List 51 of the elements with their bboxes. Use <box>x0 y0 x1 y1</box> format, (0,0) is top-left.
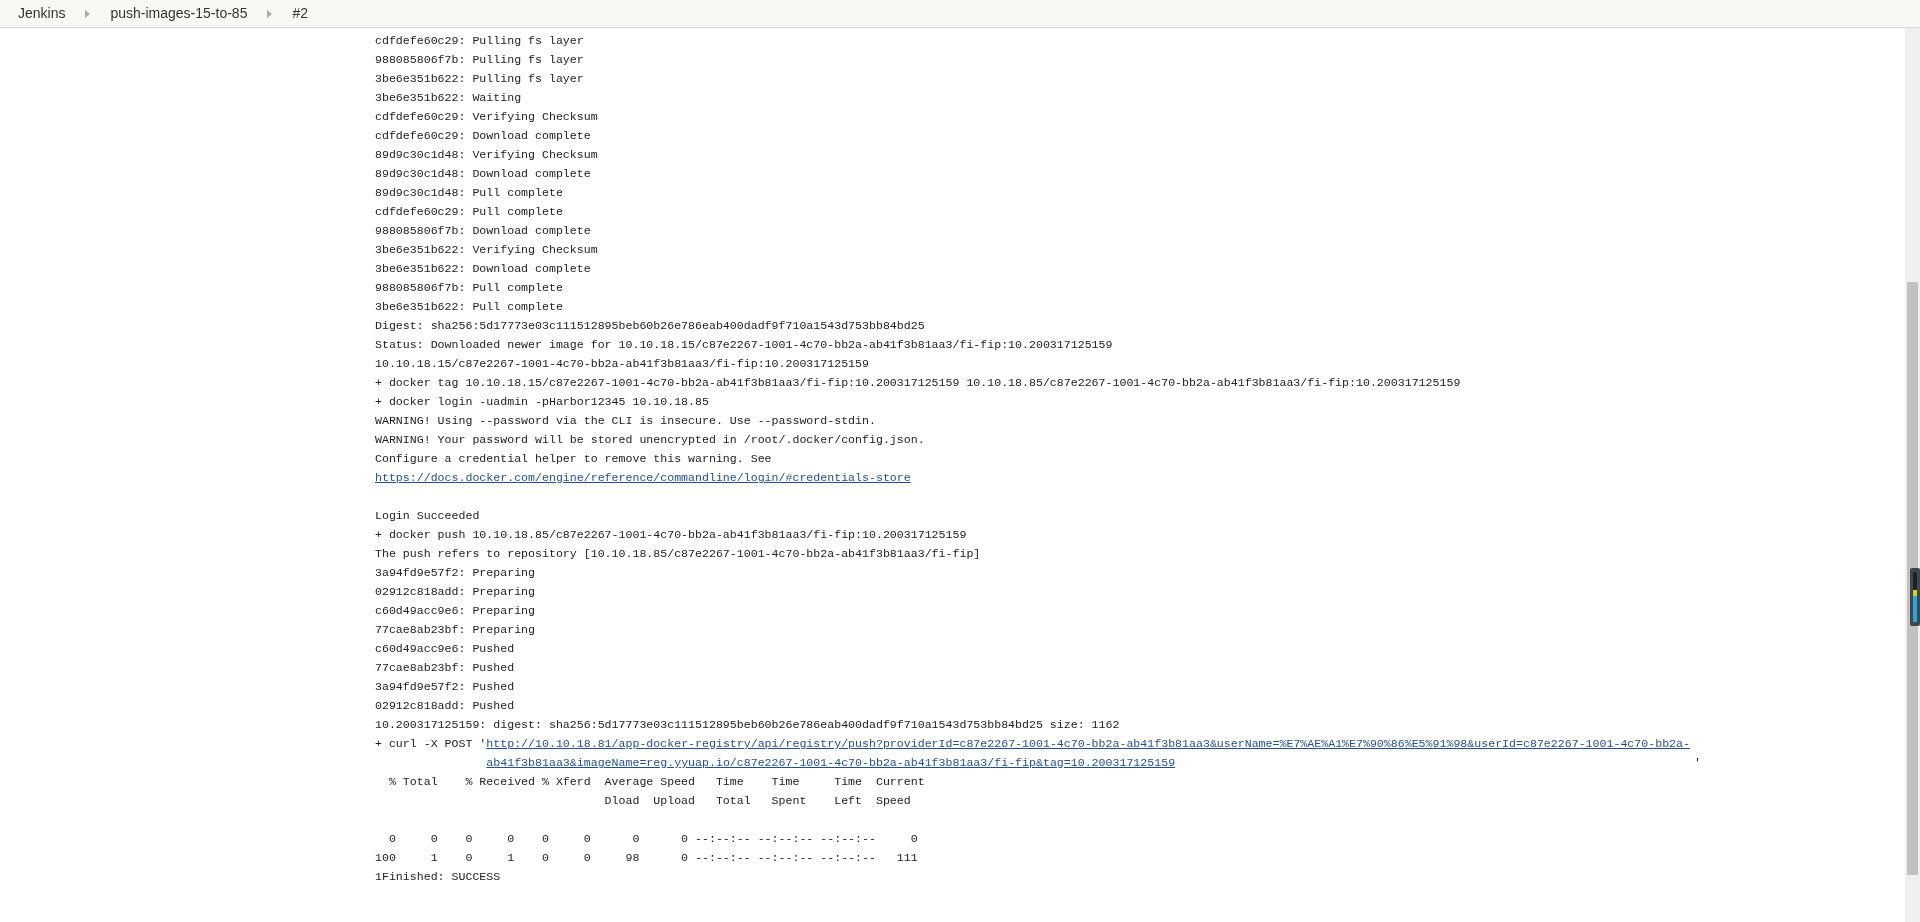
breadcrumb-link[interactable]: push-images-15-to-85 <box>110 3 248 24</box>
console-line: WARNING! Using --password via the CLI is insecure. Use --password-stdin. <box>375 413 876 429</box>
console-line: 02912c818add: Preparing <box>375 584 536 600</box>
quote-mark: ' <box>1694 755 1701 771</box>
console-line: WARNING! Your password will be stored unencrypted in /root/.docker/config.json. <box>375 432 925 448</box>
console-link[interactable]: http://10.10.18.81/app-docker-registry/api/registry/push?providerId=c87e2267-1001-4c70-bb2a-ab41f3b81aa3&userName=%E7%AE%A1%E7%90%86%E5%91%98&userId=c87e2267-1001-4c70-bb2a-ab41f3b81aa3&imageName=reg.yyuap.io/c87e2267-1001-4c70-bb2a-ab41f3b81aa3/fi-fip&tag=10.200317125159 <box>486 734 1695 772</box>
console-line: c60d49acc9e6: Pushed <box>375 641 515 657</box>
console-line: + docker login -uadmin -pHarbor12345 10.10.18.85 <box>375 394 709 410</box>
console-line: 3a94fd9e57f2: Preparing <box>375 565 536 581</box>
console-line: 3be6e351b622: Pull complete <box>375 299 563 315</box>
console-line: 10.10.18.15/c87e2267-1001-4c70-bb2a-ab41f3b81aa3/fi-fip:10.200317125159 <box>375 356 869 372</box>
console-line: 988085806f7b: Download complete <box>375 223 591 239</box>
console-line: 3a94fd9e57f2: Pushed <box>375 679 515 695</box>
console-line: Login Succeeded <box>375 508 480 524</box>
console-line: 77cae8ab23bf: Preparing <box>375 622 536 638</box>
console-line: 89d9c30c1d48: Download complete <box>375 166 591 182</box>
console-line: 02912c818add: Pushed <box>375 698 515 714</box>
console-line: cdfdefe60c29: Verifying Checksum <box>375 109 598 125</box>
console-link[interactable]: https://docs.docker.com/engine/reference/commandline/login/#credentials-store <box>375 471 911 484</box>
console-line: % Total % Received % Xferd Average Speed Time Time Time Current <box>387 774 925 790</box>
console-line: + docker push 10.10.18.85/c87e2267-1001-4c70-bb2a-ab41f3b81aa3/fi-fip:10.200317125159 <box>375 527 967 543</box>
chevron-right-icon <box>85 9 91 18</box>
console-line: + curl -X POST ' <box>375 736 487 752</box>
breadcrumb-link[interactable]: Jenkins <box>18 3 66 24</box>
console-line: cdfdefe60c29: Download complete <box>375 128 591 144</box>
console-line: Digest: sha256:5d17773e03c111512895beb60b26e786eab400dadf9f710a1543d753bb84bd25 <box>375 318 925 334</box>
console-line: 89d9c30c1d48: Verifying Checksum <box>375 147 598 163</box>
chevron-right-icon <box>267 9 273 18</box>
console-line: 988085806f7b: Pull complete <box>375 280 563 296</box>
console-line: 988085806f7b: Pulling fs layer <box>375 52 584 68</box>
console-line: 3be6e351b622: Download complete <box>375 261 591 277</box>
console-line: c60d49acc9e6: Preparing <box>375 603 536 619</box>
console-line: cdfdefe60c29: Pull complete <box>375 204 563 220</box>
console-line: 0 0 0 0 0 0 0 0 --:--:-- --:--:-- --:--:-- 0 <box>387 831 918 847</box>
console-line: 100 1 0 1 0 0 98 0 --:--:-- --:--:-- --:--:-- 111 <box>375 850 918 866</box>
console-line: Status: Downloaded newer image for 10.10.18.15/c87e2267-1001-4c70-bb2a-ab41f3b81aa3/fi-fip:10.200317125159 <box>375 337 1113 353</box>
console-line: 1Finished: SUCCESS <box>375 869 501 885</box>
console-line: 3be6e351b622: Waiting <box>375 90 522 106</box>
console-line: 89d9c30c1d48: Pull complete <box>375 185 563 201</box>
console-line: Configure a credential helper to remove this warning. See <box>375 451 772 467</box>
console-line: 10.200317125159: digest: sha256:5d17773e03c111512895beb60b26e786eab400dadf9f710a1543d753bb84bd25 size: 1162 <box>375 717 1120 733</box>
console-line: The push refers to repository [10.10.18.85/c87e2267-1001-4c70-bb2a-ab41f3b81aa3/fi-fip] <box>375 546 981 562</box>
breadcrumb-link[interactable]: #2 <box>292 3 308 24</box>
console-line: Dload Upload Total Spent Left Speed <box>603 793 911 809</box>
meter-widget-icon <box>1910 568 1920 626</box>
console-line: cdfdefe60c29: Pulling fs layer <box>375 33 584 49</box>
scrollbar-thumb[interactable] <box>1907 282 1918 875</box>
console-line: 3be6e351b622: Pulling fs layer <box>375 71 584 87</box>
console-line: + docker tag 10.10.18.15/c87e2267-1001-4c70-bb2a-ab41f3b81aa3/fi-fip:10.200317125159 10.10.18.85/c87e2267-1001-4c70-bb2a-ab41f3b81aa3/fi-fip:10.200317125159 <box>375 375 1461 391</box>
console-line: 77cae8ab23bf: Pushed <box>375 660 515 676</box>
console-line: 3be6e351b622: Verifying Checksum <box>375 242 598 258</box>
